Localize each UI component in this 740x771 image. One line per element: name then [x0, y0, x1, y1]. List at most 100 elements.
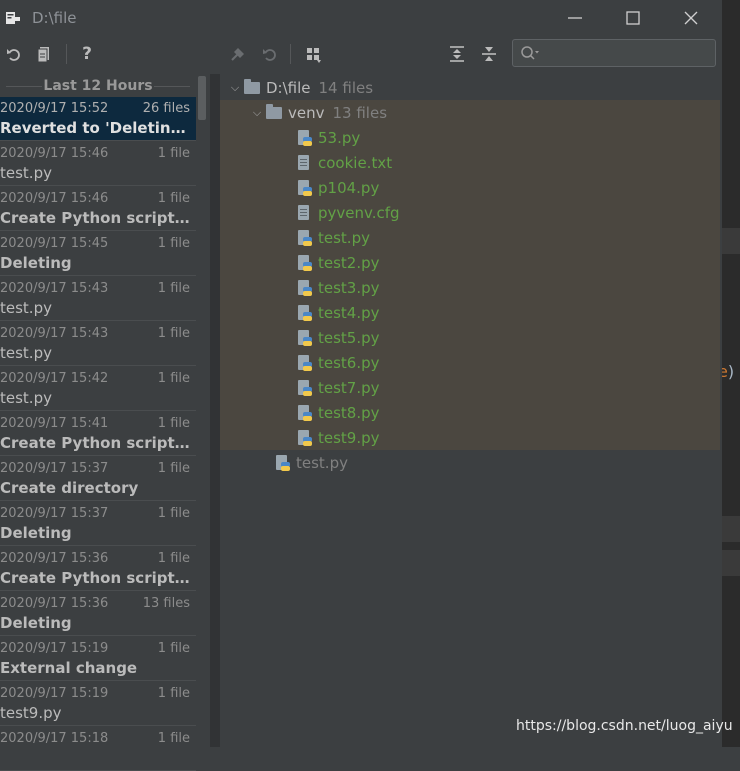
tree-root-count: 14 files [318, 78, 374, 97]
show-file-button[interactable] [31, 41, 57, 67]
text-file-icon [297, 204, 313, 222]
tree-file-item[interactable]: test9.py [297, 425, 380, 450]
toolbar-separator [66, 44, 67, 64]
search-icon [521, 46, 539, 60]
revision-item[interactable]: 2020/9/17 15:46 1 file Create Python scrip… [0, 187, 196, 231]
revision-file-count: 1 file [157, 191, 190, 206]
revision-scrollbar[interactable] [198, 74, 208, 747]
tree-file-item[interactable]: p104.py [297, 175, 379, 200]
title-bar: D:\file [0, 0, 722, 36]
close-icon[interactable] [676, 6, 706, 30]
revision-item[interactable]: 2020/9/17 15:43 1 file test.py [0, 322, 196, 366]
revision-file-count: 13 files [142, 596, 190, 611]
group-by-button[interactable] [300, 41, 326, 67]
revision-date: 2020/9/17 15:37 [0, 506, 109, 521]
text-file-icon [297, 154, 313, 172]
revision-message: Deleting [0, 254, 72, 272]
revision-item[interactable]: 2020/9/17 15:19 1 file External change [0, 637, 196, 681]
revision-item[interactable]: 2020/9/17 15:43 1 file test.py [0, 277, 196, 321]
chevron-down-icon[interactable]: ⌵ [248, 106, 266, 120]
revision-item[interactable]: 2020/9/17 15:36 1 file Create Python scrip… [0, 547, 196, 591]
tree-file-name: test8.py [318, 403, 380, 422]
tree-file-item[interactable]: test6.py [297, 350, 380, 375]
revision-item[interactable]: 2020/9/17 15:42 1 file test.py [0, 367, 196, 411]
collapse-all-button[interactable] [476, 41, 502, 67]
tree-file-name: test.py [296, 453, 348, 472]
tree-file-item[interactable]: test.py [297, 225, 370, 250]
window-title: D:\file [32, 9, 77, 27]
collapse-all-icon [482, 47, 496, 61]
revision-message: Reverted to 'Deleting' a... [0, 119, 194, 137]
revision-date: 2020/9/17 15:19 [0, 641, 109, 656]
panel-divider[interactable] [210, 74, 220, 747]
tree-file-item[interactable]: test8.py [297, 400, 380, 425]
revision-item[interactable]: 2020/9/17 15:36 13 files Deleting [0, 592, 196, 636]
revision-date: 2020/9/17 15:36 [0, 596, 109, 611]
background-block [722, 228, 740, 254]
revision-item[interactable]: 2020/9/17 15:41 1 file Create Python scrip… [0, 412, 196, 456]
revision-file-count: 1 file [157, 686, 190, 701]
expand-all-button[interactable] [444, 41, 470, 67]
revision-item[interactable]: 2020/9/17 15:52 26 files Reverted to 'Dele… [0, 97, 196, 141]
revision-date: 2020/9/17 15:46 [0, 146, 109, 161]
revision-item[interactable]: 2020/9/17 15:46 1 file test.py [0, 142, 196, 186]
revert-button[interactable] [1, 41, 27, 67]
app-icon [6, 12, 20, 24]
revision-item[interactable]: 2020/9/17 15:37 1 file Create directory [0, 457, 196, 501]
revision-item[interactable]: 2020/9/17 15:45 1 file Deleting [0, 232, 196, 276]
revision-group-header: Last 12 Hours [0, 76, 196, 96]
folder-icon [266, 103, 282, 119]
tree-file-item[interactable]: test5.py [297, 325, 380, 350]
python-file-icon [297, 254, 313, 272]
tree-root-node[interactable]: ⌵ D:\file 14 files [226, 75, 373, 100]
chevron-down-icon[interactable]: ⌵ [226, 81, 244, 95]
revision-file-count: 1 file [157, 371, 190, 386]
revision-file-count: 1 file [157, 281, 190, 296]
toolbar-separator [290, 44, 291, 64]
revision-date: 2020/9/17 15:45 [0, 236, 109, 251]
revision-item[interactable]: 2020/9/17 15:37 1 file Deleting [0, 502, 196, 546]
tree-file-item[interactable]: cookie.txt [297, 150, 392, 175]
background-block [722, 516, 740, 542]
tree-file-item[interactable]: test.py [275, 450, 348, 475]
tree-file-name: test6.py [318, 353, 380, 372]
revision-file-count: 1 file [157, 731, 190, 746]
help-button[interactable]: ? [74, 41, 100, 67]
tree-file-item[interactable]: test2.py [297, 250, 380, 275]
tree-venv-node[interactable]: ⌵ venv 13 files [248, 100, 387, 125]
python-file-icon [297, 229, 313, 247]
search-text[interactable] [545, 43, 713, 65]
revision-item[interactable]: 2020/9/17 15:19 1 file test9.py [0, 682, 196, 726]
cherry-pick-icon [231, 48, 244, 61]
revision-file-count: 1 file [157, 416, 190, 431]
tree-file-item[interactable]: test3.py [297, 275, 380, 300]
tree-file-item[interactable]: test4.py [297, 300, 380, 325]
tree-venv-count: 13 files [332, 103, 388, 122]
revision-message: Deleting [0, 524, 72, 542]
file-icon [37, 47, 49, 63]
cherry-pick-button[interactable] [225, 41, 251, 67]
tree-file-item[interactable]: test7.py [297, 375, 380, 400]
python-file-icon [275, 454, 291, 472]
revision-date: 2020/9/17 15:41 [0, 416, 109, 431]
tree-file-item[interactable]: pyvenv.cfg [297, 200, 400, 225]
revision-file-count: 1 file [157, 236, 190, 251]
python-file-icon [297, 379, 313, 397]
tree-file-item[interactable]: 53.py [297, 125, 360, 150]
revision-item[interactable]: 2020/9/17 15:18 1 file [0, 727, 196, 771]
revision-message: External change [0, 659, 138, 677]
revision-scrollbar-thumb[interactable] [198, 76, 206, 120]
revision-file-count: 1 file [157, 551, 190, 566]
revision-file-count: 1 file [157, 326, 190, 341]
tree-file-name: test2.py [318, 253, 380, 272]
folder-icon [244, 78, 260, 94]
revision-file-count: 1 file [157, 641, 190, 656]
undo-button[interactable] [257, 41, 283, 67]
minimize-icon[interactable] [560, 6, 590, 30]
search-input[interactable] [512, 39, 716, 67]
tree-file-name: test3.py [318, 278, 380, 297]
maximize-icon[interactable] [618, 6, 648, 30]
revision-date: 2020/9/17 15:43 [0, 281, 109, 296]
tree-highlight [220, 100, 720, 450]
revision-file-count: 26 files [142, 101, 190, 116]
